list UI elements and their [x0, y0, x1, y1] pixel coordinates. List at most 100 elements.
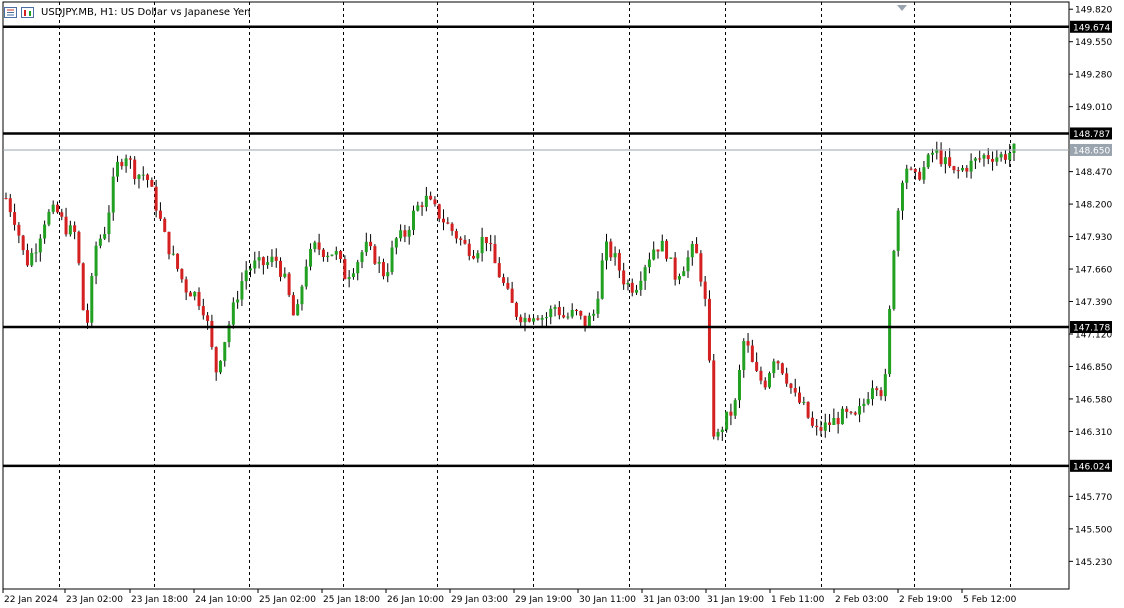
candle-body: [557, 306, 561, 316]
candle-body: [952, 166, 956, 171]
y-tick-label: 146.580: [1075, 395, 1112, 405]
candle-body: [973, 158, 977, 161]
candle-body: [605, 241, 609, 261]
candle-body: [574, 309, 578, 311]
candle-body: [866, 399, 870, 404]
candle-body: [746, 341, 750, 346]
candle-body: [321, 249, 325, 258]
x-tick-label: 31 Jan 19:00: [707, 595, 764, 605]
candle-body: [64, 216, 68, 235]
candle-body: [197, 291, 201, 307]
candle-body: [720, 429, 724, 433]
candle-body: [111, 176, 115, 213]
candle-body: [922, 167, 926, 180]
candle-body: [334, 250, 338, 255]
candle-body: [231, 302, 235, 325]
candle-body: [673, 257, 677, 280]
candle-body: [999, 154, 1003, 158]
candle-body: [1012, 143, 1016, 153]
candle-body: [201, 306, 205, 316]
candle-body: [776, 361, 780, 364]
candle-body: [562, 315, 566, 318]
candle-body: [261, 257, 265, 266]
candle-body: [257, 257, 261, 261]
candle-body: [214, 347, 218, 373]
chart-shift-marker[interactable]: [897, 5, 907, 11]
candle-body: [506, 282, 510, 289]
candle-body: [836, 417, 840, 425]
candle-body: [55, 204, 59, 213]
x-tick-label: 24 Jan 10:00: [195, 595, 252, 605]
candle-body: [253, 260, 257, 269]
price-chart[interactable]: 149.820 149.550 149.280 149.010 148.470 148.2…: [0, 0, 1124, 608]
price-level-label: 147.178: [1073, 324, 1110, 334]
x-tick-label: 5 Feb 12:00: [963, 595, 1017, 605]
candle-body: [244, 270, 248, 282]
candle-body: [939, 149, 943, 165]
candle-body: [381, 262, 385, 277]
candle-body: [171, 253, 175, 255]
candle-body: [459, 238, 463, 240]
candle-body: [660, 240, 664, 252]
candle-body: [982, 155, 986, 159]
y-tick-label: 147.390: [1075, 298, 1112, 308]
candle-body: [403, 230, 407, 237]
candle-body: [905, 168, 909, 183]
candle-body: [759, 370, 763, 381]
candle-body: [609, 241, 613, 258]
candle-body: [737, 370, 741, 401]
candle-body: [124, 158, 128, 167]
candle-body: [536, 318, 540, 320]
candle-body: [493, 244, 497, 264]
candle-body: [128, 158, 132, 160]
candle-body: [896, 210, 900, 251]
candle-body: [356, 262, 360, 274]
candle-body: [986, 155, 990, 159]
candle-body: [484, 236, 488, 244]
candle-body: [279, 260, 283, 277]
candle-body: [180, 268, 184, 280]
candle-body: [394, 238, 398, 248]
candle-body: [725, 411, 729, 430]
candle-body: [218, 360, 222, 373]
y-tick-label: 147.660: [1075, 266, 1112, 276]
candle-body: [600, 260, 604, 299]
candle-body: [90, 276, 94, 323]
candle-body: [995, 157, 999, 162]
candle-body: [643, 267, 647, 281]
candle-body: [733, 400, 737, 416]
candle-body: [1008, 152, 1012, 160]
candle-body: [407, 229, 411, 237]
candle-body: [424, 195, 428, 207]
candle-body: [828, 422, 832, 425]
candle-body: [553, 306, 557, 309]
y-tick-label: 148.200: [1075, 201, 1112, 211]
candle-body: [433, 199, 437, 205]
chart-window[interactable]: USDJPY.MB, H1: US Dollar vs Japanese Yen…: [0, 0, 1124, 608]
candle-body: [248, 268, 252, 271]
candle-body: [544, 317, 548, 319]
candle-body: [497, 263, 501, 278]
x-tick-label: 26 Jan 10:00: [387, 595, 444, 605]
candle-body: [789, 383, 793, 388]
candle-body: [399, 230, 403, 239]
candle-body: [686, 257, 690, 272]
candle-body: [879, 390, 883, 397]
x-tick-label: 23 Jan 18:00: [131, 595, 188, 605]
candle-body: [532, 318, 536, 322]
candle-body: [81, 263, 85, 311]
candle-body: [454, 231, 458, 239]
candle-body: [326, 255, 330, 258]
x-tick-label: 29 Jan 19:00: [515, 595, 572, 605]
candle-body: [141, 174, 145, 176]
candle-body: [596, 298, 600, 314]
price-level-label: 149.674: [1073, 23, 1110, 33]
candle-body: [948, 157, 952, 167]
price-level-label: 148.787: [1073, 130, 1110, 140]
candle-body: [77, 231, 81, 264]
candle-body: [587, 315, 591, 328]
candle-body: [699, 253, 703, 282]
y-tick-label: 149.820: [1075, 6, 1112, 16]
candle-body: [120, 161, 124, 167]
candle-body: [300, 286, 304, 305]
